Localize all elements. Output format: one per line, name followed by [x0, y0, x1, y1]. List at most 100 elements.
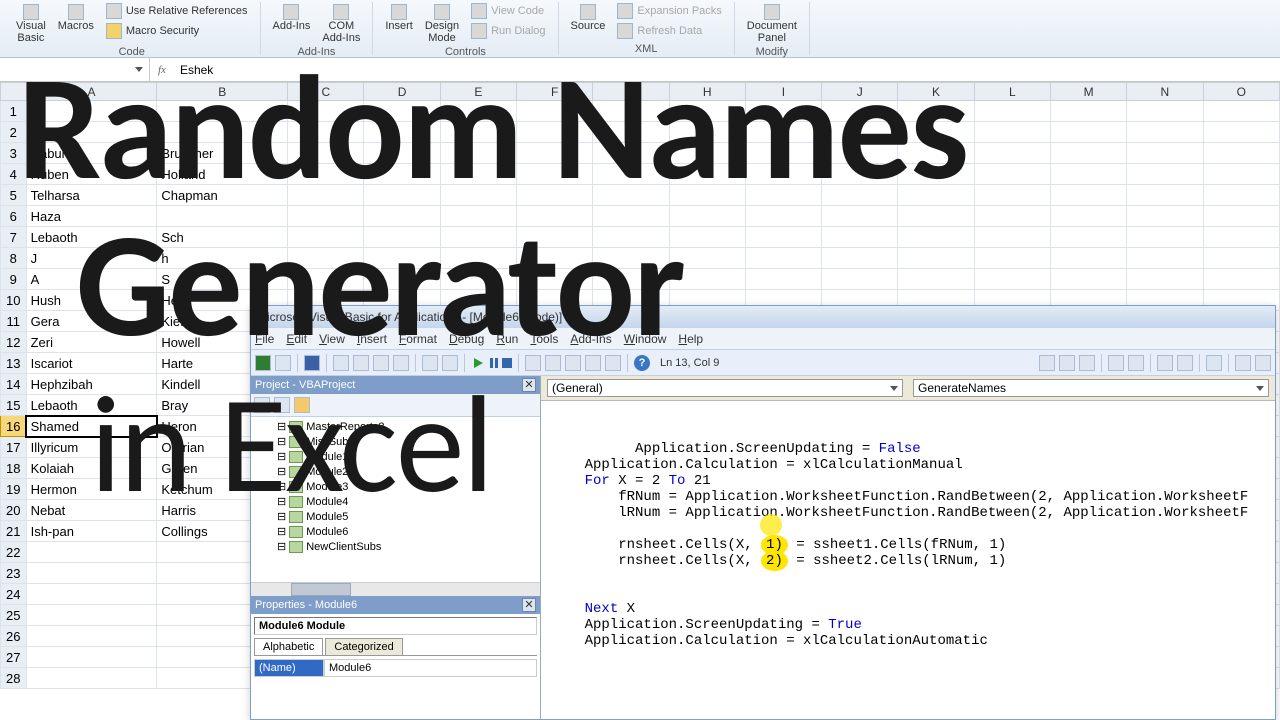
menu-edit[interactable]: Edit — [286, 332, 307, 346]
row-header[interactable]: 21 — [1, 521, 27, 542]
cell[interactable] — [288, 164, 364, 185]
row-header[interactable]: 16 — [1, 416, 27, 437]
cell[interactable] — [1127, 185, 1203, 206]
menu-run[interactable]: Run — [496, 332, 518, 346]
cell[interactable]: Chapman — [157, 185, 288, 206]
code-editor[interactable]: Application.ScreenUpdating = False Appli… — [541, 401, 1275, 719]
property-name-value[interactable]: Module6 — [324, 659, 537, 677]
row-header[interactable]: 18 — [1, 458, 27, 479]
cell[interactable]: Ig — [26, 122, 157, 143]
cell[interactable] — [593, 269, 669, 290]
cut-icon[interactable] — [333, 355, 349, 371]
cell[interactable] — [669, 248, 745, 269]
row-header[interactable]: 7 — [1, 227, 27, 248]
cell[interactable] — [745, 185, 821, 206]
cell[interactable] — [745, 248, 821, 269]
outdent-icon[interactable] — [1177, 355, 1193, 371]
toolbar-icon[interactable] — [1108, 355, 1124, 371]
cell[interactable] — [669, 122, 745, 143]
cell[interactable] — [157, 101, 288, 122]
cell[interactable] — [898, 269, 974, 290]
cell[interactable] — [745, 206, 821, 227]
view-object-icon[interactable] — [274, 397, 290, 413]
menu-window[interactable]: Window — [624, 332, 667, 346]
column-header[interactable]: J — [822, 83, 898, 101]
pause-icon[interactable] — [490, 358, 498, 368]
row-header[interactable]: 8 — [1, 248, 27, 269]
cell[interactable] — [1203, 101, 1279, 122]
cell[interactable]: Gera — [26, 311, 157, 332]
cell[interactable] — [1127, 122, 1203, 143]
cell[interactable] — [974, 269, 1050, 290]
row-header[interactable]: 3 — [1, 143, 27, 164]
select-all-corner[interactable] — [1, 83, 27, 101]
save-icon[interactable] — [304, 355, 320, 371]
tree-item-module[interactable]: ⊟MiscSubs — [253, 434, 538, 449]
row-header[interactable]: 22 — [1, 542, 27, 563]
column-header[interactable]: F — [516, 83, 592, 101]
cell[interactable]: Iscariot — [26, 353, 157, 374]
cell[interactable]: Shamed — [26, 416, 157, 437]
run-icon[interactable] — [471, 355, 486, 371]
cell[interactable] — [745, 122, 821, 143]
cell[interactable] — [822, 122, 898, 143]
menu-debug[interactable]: Debug — [449, 332, 484, 346]
cell[interactable] — [669, 101, 745, 122]
cell[interactable] — [822, 143, 898, 164]
cell[interactable]: Hermon — [26, 479, 157, 500]
row-header[interactable]: 28 — [1, 668, 27, 689]
row-header[interactable]: 1 — [1, 101, 27, 122]
cell[interactable] — [288, 248, 364, 269]
cell[interactable]: Lebaoth — [26, 395, 157, 416]
cell[interactable] — [516, 248, 592, 269]
visual-basic-button[interactable]: Visual Basic — [12, 2, 50, 46]
cell[interactable] — [1203, 227, 1279, 248]
cell[interactable] — [157, 206, 288, 227]
project-tree[interactable]: ⊟MasterReports2⊟MiscSubs⊟Module1⊟Module2… — [251, 417, 540, 582]
row-header[interactable]: 19 — [1, 479, 27, 500]
cell[interactable] — [974, 206, 1050, 227]
uncomment-icon[interactable] — [1255, 355, 1271, 371]
cell[interactable]: Haza — [26, 206, 157, 227]
column-header[interactable]: G — [593, 83, 669, 101]
cell[interactable] — [288, 101, 364, 122]
cell[interactable]: Hephzibah — [26, 374, 157, 395]
cell[interactable] — [669, 206, 745, 227]
tree-item-module[interactable]: ⊟Module6 — [253, 524, 538, 539]
column-header[interactable]: E — [440, 83, 516, 101]
cell[interactable] — [440, 143, 516, 164]
cell[interactable] — [1203, 143, 1279, 164]
cell[interactable]: h — [157, 248, 288, 269]
tree-item-module[interactable]: ⊟Module4 — [253, 494, 538, 509]
close-icon[interactable]: ✕ — [522, 378, 536, 392]
row-header[interactable]: 20 — [1, 500, 27, 521]
cell[interactable] — [1127, 101, 1203, 122]
fx-icon[interactable]: fx — [150, 64, 174, 76]
cell[interactable] — [1127, 143, 1203, 164]
cell[interactable] — [288, 269, 364, 290]
cell[interactable] — [26, 647, 157, 668]
cell[interactable] — [974, 227, 1050, 248]
cell[interactable] — [822, 227, 898, 248]
cell[interactable] — [364, 164, 440, 185]
cell[interactable] — [364, 143, 440, 164]
cell[interactable] — [974, 185, 1050, 206]
cell[interactable] — [1127, 269, 1203, 290]
cell[interactable] — [593, 185, 669, 206]
toolbox-icon[interactable] — [605, 355, 621, 371]
redo-icon[interactable] — [442, 355, 458, 371]
cell[interactable] — [516, 206, 592, 227]
cell[interactable] — [974, 248, 1050, 269]
name-box[interactable] — [0, 58, 150, 81]
cell[interactable] — [898, 206, 974, 227]
row-header[interactable]: 4 — [1, 164, 27, 185]
cell[interactable] — [669, 185, 745, 206]
cell[interactable] — [157, 122, 288, 143]
tab-alphabetic[interactable]: Alphabetic — [254, 638, 323, 655]
cell[interactable] — [26, 626, 157, 647]
cell[interactable] — [974, 164, 1050, 185]
cell[interactable] — [516, 164, 592, 185]
cell[interactable] — [364, 122, 440, 143]
row-header[interactable]: 26 — [1, 626, 27, 647]
excel-icon[interactable] — [255, 355, 271, 371]
